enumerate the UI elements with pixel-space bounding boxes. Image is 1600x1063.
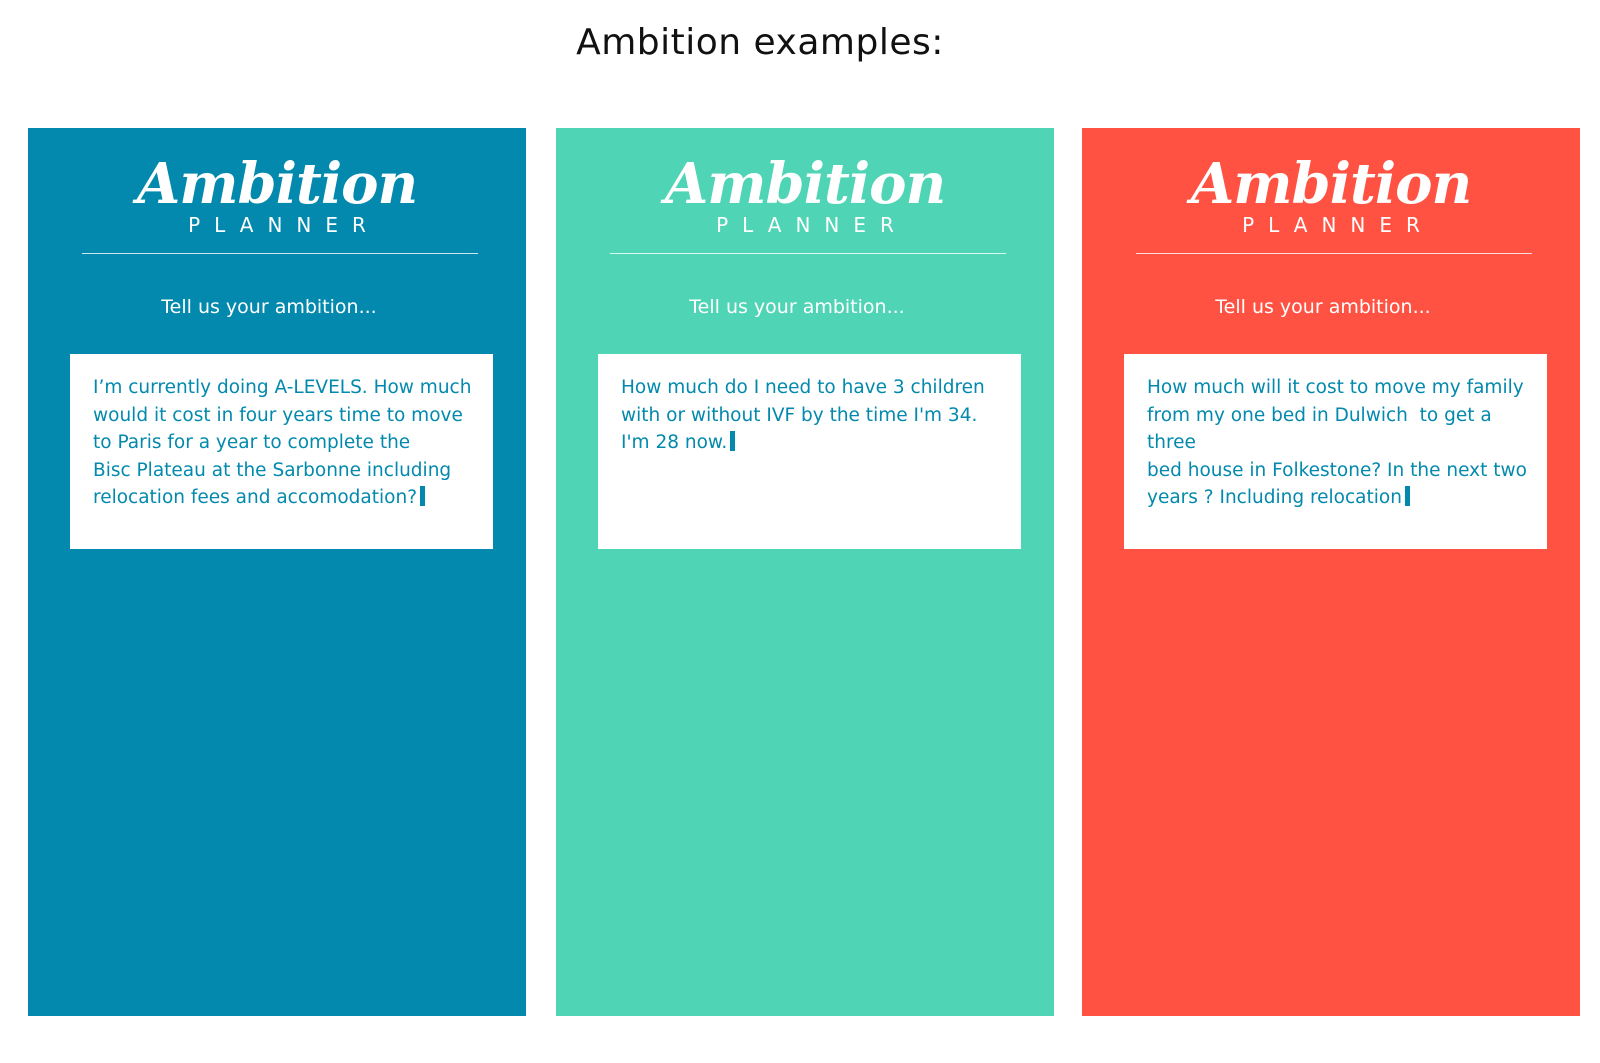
ambition-card-2: Ambition PLANNER Tell us your ambition..… [556,128,1054,1016]
ambition-planner-logo: Ambition PLANNER [556,154,1054,236]
ambition-input[interactable]: How much will it cost to move my family … [1124,354,1547,549]
ambition-input-text: How much will it cost to move my family … [1147,377,1527,508]
ambition-input[interactable]: I’m currently doing A-LEVELS. How much w… [70,354,493,549]
logo-sub-text: PLANNER [188,213,380,237]
ambition-input-text: How much do I need to have 3 children wi… [621,377,985,453]
divider [610,253,1006,254]
logo-script-text: Ambition [664,151,946,217]
ambition-planner-logo: Ambition PLANNER [1082,154,1580,236]
ambition-card-1: Ambition PLANNER Tell us your ambition..… [28,128,526,1016]
page-title: Ambition examples: [576,22,944,63]
logo-script-text: Ambition [136,151,418,217]
ambition-prompt-label: Tell us your ambition... [161,296,377,318]
ambition-prompt-label: Tell us your ambition... [689,296,905,318]
divider [1136,253,1532,254]
ambition-input-text: I’m currently doing A-LEVELS. How much w… [93,377,472,508]
text-cursor [420,486,426,506]
text-cursor [730,431,736,451]
ambition-planner-logo: Ambition PLANNER [28,154,526,236]
logo-sub-text: PLANNER [716,213,908,237]
text-cursor [1404,486,1410,506]
divider [82,253,478,254]
logo-script-text: Ambition [1190,151,1472,217]
ambition-card-3: Ambition PLANNER Tell us your ambition..… [1082,128,1580,1016]
logo-sub-text: PLANNER [1242,213,1434,237]
ambition-prompt-label: Tell us your ambition... [1215,296,1431,318]
ambition-input[interactable]: How much do I need to have 3 children wi… [598,354,1021,549]
